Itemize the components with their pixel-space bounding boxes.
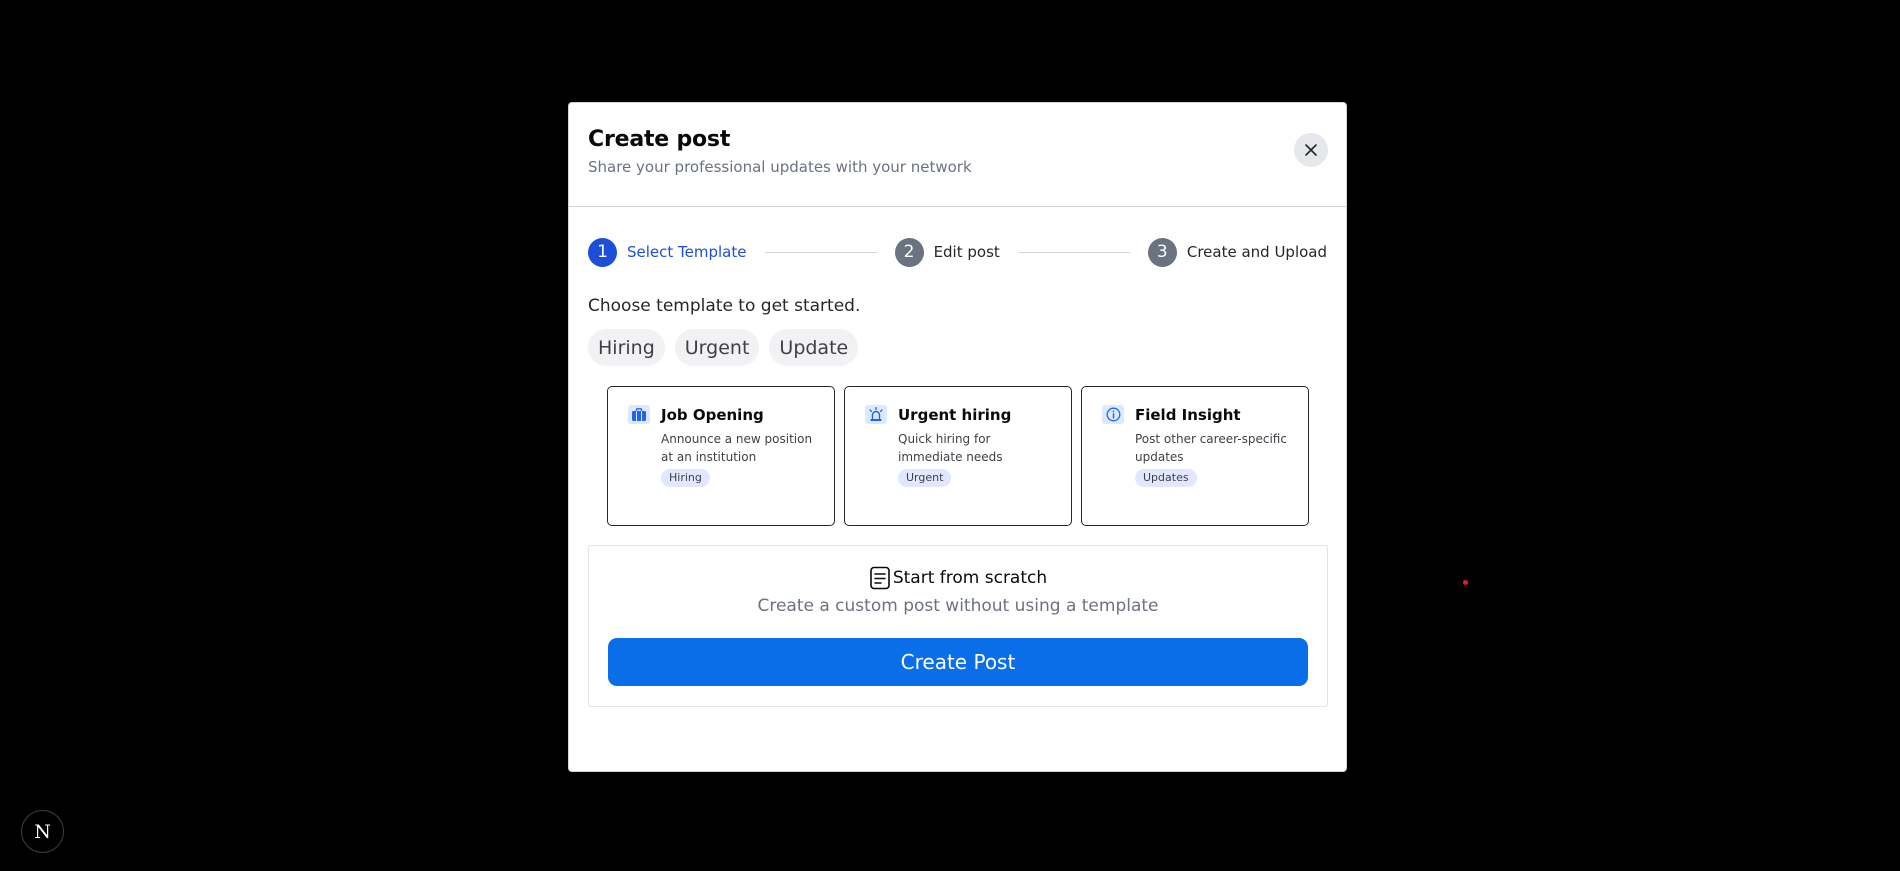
template-card-tag: Hiring — [661, 469, 710, 487]
filter-chip-urgent[interactable]: Urgent — [674, 329, 760, 366]
step-number: 2 — [894, 237, 924, 267]
scratch-title: Start from scratch — [892, 568, 1048, 588]
step-label: Create and Upload — [1186, 243, 1327, 261]
template-card-tag: Updates — [1135, 469, 1197, 487]
choose-template-heading: Choose template to get started. — [588, 296, 861, 316]
template-card-title: Job Opening — [661, 406, 764, 424]
siren-icon — [865, 405, 887, 424]
template-card-urgent-hiring[interactable]: Urgent hiring Quick hiring for immediate… — [844, 386, 1072, 526]
cursor-dot — [1463, 580, 1468, 585]
create-post-button[interactable]: Create Post — [608, 638, 1308, 686]
filter-chip-update[interactable]: Update — [769, 329, 859, 366]
template-filters: Hiring Urgent Update — [588, 329, 859, 366]
step-create-upload[interactable]: 3 Create and Upload — [1147, 237, 1327, 267]
filter-chip-hiring[interactable]: Hiring — [588, 329, 665, 366]
info-icon — [1102, 405, 1124, 424]
template-card-tag: Urgent — [898, 469, 952, 487]
template-card-title: Urgent hiring — [898, 406, 1012, 424]
scratch-heading: Start from scratch — [589, 566, 1327, 590]
progress-stepper: 1 Select Template 2 Edit post 3 Create a… — [588, 237, 1327, 267]
document-icon — [870, 566, 890, 590]
close-icon — [1305, 144, 1317, 156]
framework-badge-icon[interactable]: N — [21, 810, 64, 853]
close-button[interactable] — [1294, 133, 1328, 167]
template-card-description: Post other career-specific updates — [1135, 432, 1287, 464]
template-card-title: Field Insight — [1135, 406, 1241, 424]
scratch-description: Create a custom post without using a tem… — [757, 596, 1159, 616]
step-select-template[interactable]: 1 Select Template — [588, 237, 747, 267]
dialog-title: Create post — [588, 127, 731, 152]
dialog-header: Create post Share your professional upda… — [569, 103, 1346, 207]
template-cards: Job Opening Announce a new position at a… — [607, 386, 1309, 526]
step-connector — [1017, 251, 1130, 253]
briefcase-icon — [628, 405, 650, 424]
template-card-field-insight[interactable]: Field Insight Post other career-specific… — [1081, 386, 1309, 526]
step-connector — [764, 251, 877, 253]
template-card-description: Announce a new position at an institutio… — [661, 432, 813, 464]
template-card-job-opening[interactable]: Job Opening Announce a new position at a… — [607, 386, 835, 526]
step-number: 3 — [1147, 237, 1177, 267]
step-number: 1 — [588, 237, 617, 267]
step-label: Edit post — [933, 243, 1000, 261]
dialog-subtitle: Share your professional updates with you… — [588, 158, 972, 176]
step-label: Select Template — [627, 243, 747, 261]
template-card-description: Quick hiring for immediate needs — [898, 432, 1003, 464]
create-post-dialog: Create post Share your professional upda… — [568, 102, 1347, 772]
start-from-scratch-panel: Start from scratch Create a custom post … — [588, 545, 1328, 707]
step-edit-post[interactable]: 2 Edit post — [894, 237, 1000, 267]
